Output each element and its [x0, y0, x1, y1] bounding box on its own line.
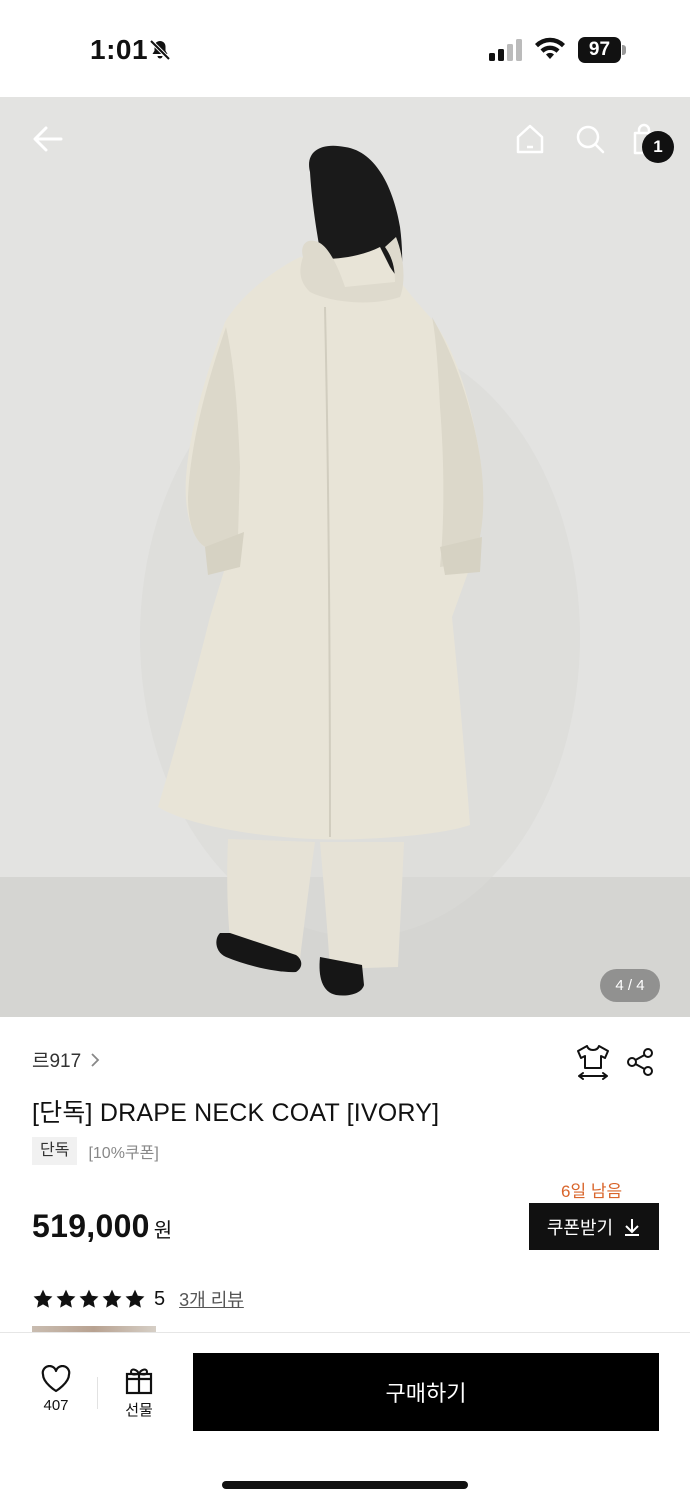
cart-count-badge: 1 — [642, 131, 674, 163]
star-icon — [125, 1289, 145, 1308]
gift-icon — [125, 1368, 153, 1395]
wishlist-button[interactable]: 407 — [20, 1365, 92, 1425]
review-link[interactable]: 3개 리뷰 — [179, 1286, 244, 1312]
price: 519,000 원 — [32, 1208, 172, 1245]
star-icon — [102, 1289, 122, 1308]
home-button[interactable] — [508, 117, 552, 161]
exclusive-tag: 단독 — [32, 1137, 78, 1165]
price-unit: 원 — [153, 1220, 173, 1242]
search-button[interactable] — [568, 117, 612, 161]
star-icon — [79, 1289, 99, 1308]
coupon-button-label: 쿠폰받기 — [546, 1217, 614, 1238]
download-coupon-button[interactable]: 쿠폰받기 — [529, 1203, 659, 1250]
home-indicator — [222, 1481, 468, 1489]
rating-stars — [32, 1288, 146, 1310]
size-guide-icon[interactable] — [574, 1042, 612, 1082]
rating-row: 5 3개 리뷰 — [32, 1286, 244, 1312]
chevron-right-icon — [91, 1052, 100, 1067]
buy-button[interactable]: 구매하기 — [193, 1353, 659, 1431]
back-button[interactable] — [26, 117, 70, 161]
wifi-icon — [535, 37, 565, 59]
star-icon — [56, 1289, 76, 1308]
tag-row: 단독 [10%쿠폰] — [32, 1137, 159, 1165]
coupon-days-left: 6일 남음 — [561, 1182, 623, 1201]
product-image-carousel[interactable]: 1 4 / 4 — [0, 97, 690, 1017]
brand-link[interactable]: 르917 — [32, 1046, 101, 1073]
gift-label: 선물 — [125, 1402, 153, 1419]
product-photo — [0, 97, 690, 1017]
gift-button[interactable]: 선물 — [104, 1365, 174, 1425]
share-icon[interactable] — [624, 1046, 656, 1078]
bottom-action-bar: 407 선물 구매하기 — [0, 1332, 690, 1500]
status-time: 1:01 — [90, 34, 149, 65]
product-title: [단독] DRAPE NECK COAT [IVORY] — [32, 1099, 440, 1127]
status-bar: 1:01 97 — [0, 0, 690, 97]
star-icon — [33, 1289, 53, 1308]
heart-icon — [41, 1365, 71, 1393]
signal-icon — [489, 39, 522, 61]
search-icon — [576, 125, 605, 154]
price-value: 519,000 — [32, 1208, 150, 1244]
coupon-tag: [10%쿠폰] — [88, 1145, 159, 1162]
home-icon — [516, 124, 544, 154]
divider — [97, 1377, 98, 1409]
battery-cap — [622, 45, 626, 55]
image-page-indicator: 4 / 4 — [600, 969, 660, 1002]
back-arrow-icon — [33, 126, 63, 152]
rating-value: 5 — [154, 1287, 166, 1310]
bell-slash-icon — [149, 39, 171, 61]
download-icon — [625, 1218, 640, 1236]
battery-icon: 97 — [578, 37, 626, 63]
wishlist-count: 407 — [43, 1397, 69, 1414]
brand-name: 르917 — [32, 1051, 82, 1072]
battery-level: 97 — [578, 37, 621, 63]
